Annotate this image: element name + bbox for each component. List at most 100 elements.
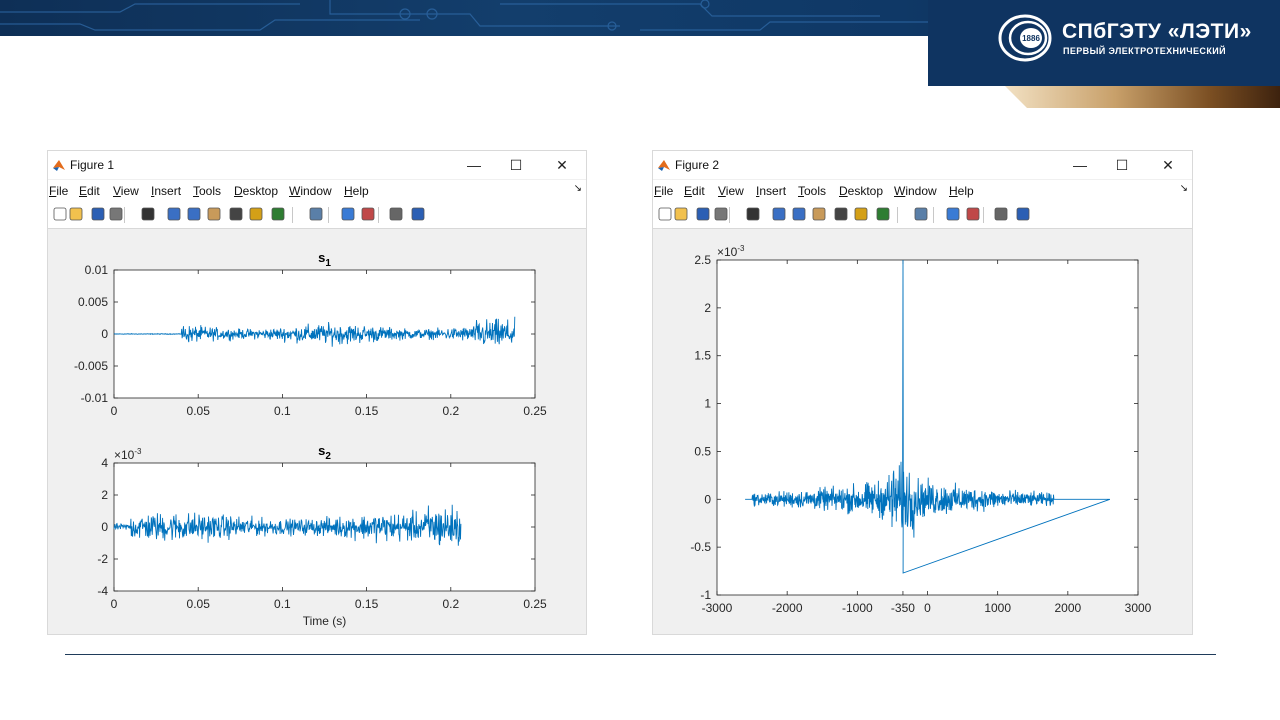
brush-icon[interactable] (270, 206, 286, 222)
open-file-icon[interactable] (673, 206, 689, 222)
toolbar-separator (378, 207, 379, 223)
university-name: СПбГЭТУ «ЛЭТИ» (1062, 20, 1252, 43)
menu-window[interactable]: Window (289, 184, 332, 198)
menu-help[interactable]: Help (344, 184, 369, 198)
s1-axes: 0 0.05 0.1 0.15 0.2 0.25 0.01 0.005 0 -0.005 -0.01… (74, 250, 547, 418)
link-plot-icon[interactable] (308, 206, 324, 222)
menu-file[interactable]: File (654, 184, 673, 198)
new-figure-icon[interactable] (52, 206, 68, 222)
y-tick-label: -0.01 (81, 391, 109, 405)
menu-edit[interactable]: Edit (684, 184, 705, 198)
y-tick-label: 0 (704, 492, 711, 506)
zoom-in-icon[interactable] (771, 206, 787, 222)
figure-1-canvas: 0 0.05 0.1 0.15 0.2 0.25 0.01 0.005 0 -0.005 -0.01… (74, 250, 547, 628)
print-icon[interactable] (108, 206, 124, 222)
open-file-icon[interactable] (68, 206, 84, 222)
menu-bar: File Edit View Insert Tools Desktop Wind… (653, 180, 1192, 202)
menu-desktop[interactable]: Desktop (234, 184, 278, 198)
rotate-3d-icon[interactable] (228, 206, 244, 222)
toolbar (653, 202, 1192, 229)
minimize-button[interactable]: — (1066, 154, 1094, 176)
y-tick-label: 0 (101, 520, 108, 534)
menu-insert[interactable]: Insert (756, 184, 786, 198)
dock-icon[interactable] (1015, 206, 1031, 222)
y-tick-label: 4 (101, 456, 108, 470)
menu-desktop[interactable]: Desktop (839, 184, 883, 198)
pointer-icon[interactable] (140, 206, 156, 222)
axes-title: s1 (318, 250, 331, 269)
toolbar-separator (983, 207, 984, 223)
data-cursor-icon[interactable] (248, 206, 264, 222)
zoom-out-icon[interactable] (791, 206, 807, 222)
menu-window[interactable]: Window (894, 184, 937, 198)
xcorr-axes: -3000 -2000 -1000 -350 0 1000 2000 3000 2.5 2 1.5 1… (690, 244, 1151, 615)
pan-icon[interactable] (811, 206, 827, 222)
legend-icon[interactable] (965, 206, 981, 222)
menu-edit[interactable]: Edit (79, 184, 100, 198)
title-bar[interactable]: Figure 1 — ☐ ✕ (48, 151, 586, 179)
y-tick-label: 2 (704, 301, 711, 315)
maximize-button[interactable]: ☐ (1108, 154, 1136, 176)
menu-help[interactable]: Help (949, 184, 974, 198)
zoom-in-icon[interactable] (166, 206, 182, 222)
window-title: Figure 1 (70, 158, 115, 172)
maximize-button[interactable]: ☐ (502, 154, 530, 176)
colorbar-icon[interactable] (340, 206, 356, 222)
x-tick-label: -2000 (772, 601, 803, 615)
y-tick-label: 0 (101, 327, 108, 341)
hide-tools-icon[interactable] (993, 206, 1009, 222)
menu-view[interactable]: View (113, 184, 139, 198)
dock-icon[interactable] (410, 206, 426, 222)
colorbar-icon[interactable] (945, 206, 961, 222)
save-icon[interactable] (695, 206, 711, 222)
x-tick-label: 0 (111, 404, 118, 418)
figure-2-window[interactable]: Figure 2 — ☐ ✕ File Edit View Insert Too… (652, 150, 1193, 635)
x-tick-label: 0.15 (355, 597, 379, 611)
menu-tools[interactable]: Tools (798, 184, 826, 198)
x-tick-label: 0.2 (442, 597, 459, 611)
toolbar-separator (292, 207, 293, 223)
dock-arrow-icon[interactable]: ↘ (1180, 183, 1188, 194)
pan-icon[interactable] (206, 206, 222, 222)
menu-view[interactable]: View (718, 184, 744, 198)
data-cursor-icon[interactable] (853, 206, 869, 222)
university-emblem-icon: 1886 (998, 14, 1052, 62)
link-plot-icon[interactable] (913, 206, 929, 222)
close-button[interactable]: ✕ (548, 154, 576, 176)
close-button[interactable]: ✕ (1154, 154, 1182, 176)
legend-icon[interactable] (360, 206, 376, 222)
zoom-out-icon[interactable] (186, 206, 202, 222)
university-subtitle: ПЕРВЫЙ ЭЛЕКТРОТЕХНИЧЕСКИЙ (1063, 46, 1226, 56)
pointer-icon[interactable] (745, 206, 761, 222)
new-figure-icon[interactable] (657, 206, 673, 222)
toolbar-separator (897, 207, 898, 223)
x-tick-label: 2000 (1054, 601, 1081, 615)
figure-1-window[interactable]: Figure 1 — ☐ ✕ File Edit View Insert Too… (47, 150, 587, 635)
brush-icon[interactable] (875, 206, 891, 222)
y-tick-label: 1.5 (694, 349, 711, 363)
x-tick-label: 0.1 (274, 404, 291, 418)
y-tick-label: 2 (101, 488, 108, 502)
y-tick-label: -0.5 (690, 540, 711, 554)
gold-accent-bar (1005, 86, 1280, 108)
x-tick-label: 0.25 (523, 597, 547, 611)
toolbar (48, 202, 586, 229)
emblem-year: 1886 (1022, 34, 1040, 43)
menu-insert[interactable]: Insert (151, 184, 181, 198)
window-title: Figure 2 (675, 158, 720, 172)
s2-axes: 0 0.05 0.1 0.15 0.2 0.25 4 2 0 -2 -4 s2 ×10-3 Time (s… (97, 443, 547, 628)
save-icon[interactable] (90, 206, 106, 222)
rotate-3d-icon[interactable] (833, 206, 849, 222)
x-tick-label: 3000 (1125, 601, 1152, 615)
x-tick-label: 0.05 (187, 404, 211, 418)
x-tick-label: 1000 (984, 601, 1011, 615)
dock-arrow-icon[interactable]: ↘ (574, 183, 582, 194)
menu-file[interactable]: File (49, 184, 68, 198)
x-tick-label: 0.25 (523, 404, 547, 418)
minimize-button[interactable]: — (460, 154, 488, 176)
hide-tools-icon[interactable] (388, 206, 404, 222)
menu-bar: File Edit View Insert Tools Desktop Wind… (48, 180, 586, 202)
menu-tools[interactable]: Tools (193, 184, 221, 198)
print-icon[interactable] (713, 206, 729, 222)
title-bar[interactable]: Figure 2 — ☐ ✕ (653, 151, 1192, 179)
